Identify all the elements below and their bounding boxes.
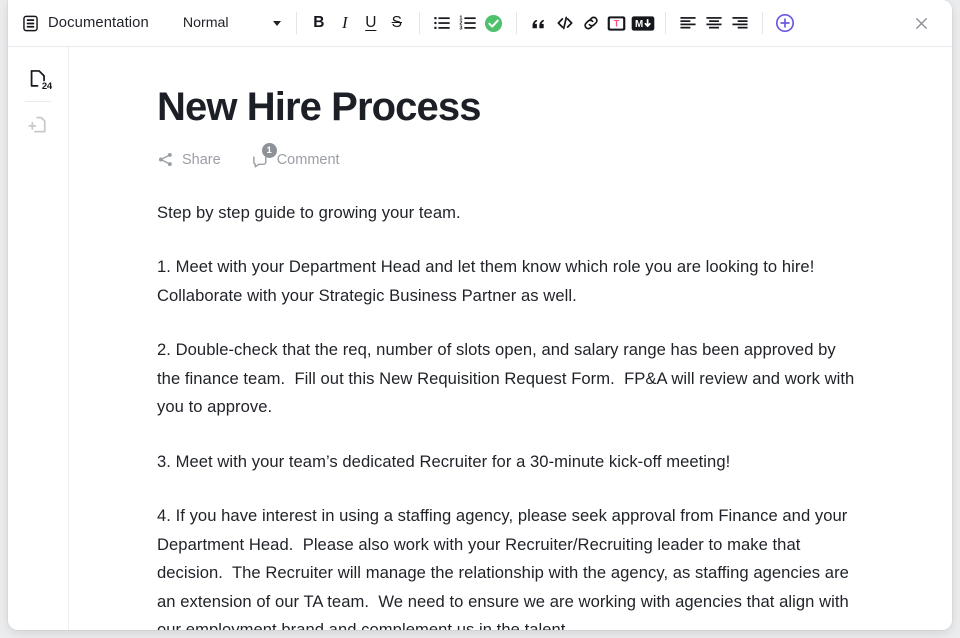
insert-group: T M xyxy=(526,8,656,38)
text-format-group: B I U S xyxy=(306,8,410,38)
comment-button[interactable]: 1 Comment xyxy=(251,142,340,169)
underline-label: U xyxy=(365,14,377,31)
insert-block-button[interactable] xyxy=(772,8,798,38)
paragraph-step-2[interactable]: 2. Double-check that the req, number of … xyxy=(157,336,856,422)
close-icon xyxy=(913,15,930,32)
toolbar-divider xyxy=(664,12,666,34)
italic-button[interactable]: I xyxy=(332,8,358,38)
document-actions: Share 1 Comment xyxy=(157,142,856,169)
italic-label: I xyxy=(341,13,348,32)
align-right-icon xyxy=(731,14,749,32)
strikethrough-button[interactable]: S xyxy=(384,8,410,38)
underline-button[interactable]: U xyxy=(358,8,384,38)
panel-body: 24 New Hire Process Share 1 Comment Step… xyxy=(8,47,952,630)
share-label: Share xyxy=(182,151,221,168)
blockquote-icon xyxy=(530,15,547,32)
align-center-button[interactable] xyxy=(701,8,727,38)
text-style-value: Normal xyxy=(182,15,229,31)
check-circle-icon xyxy=(484,14,503,33)
documentation-app-label: Documentation xyxy=(48,15,149,31)
align-left-button[interactable] xyxy=(675,8,701,38)
documentation-app-button[interactable]: Documentation xyxy=(20,8,155,38)
toolbar-divider xyxy=(295,12,297,34)
markdown-button[interactable]: M xyxy=(630,8,656,38)
code-button[interactable] xyxy=(552,8,578,38)
bold-button[interactable]: B xyxy=(306,8,332,38)
numbered-list-button[interactable]: 1 2 3 xyxy=(455,8,481,38)
document-lines-icon xyxy=(22,15,39,32)
page-add-icon xyxy=(27,114,49,136)
share-button[interactable]: Share xyxy=(157,151,221,168)
code-icon xyxy=(556,14,574,32)
align-right-button[interactable] xyxy=(727,8,753,38)
bullet-list-icon xyxy=(433,14,451,32)
paragraph-step-4[interactable]: 4. If you have interest in using a staff… xyxy=(157,502,856,630)
align-left-icon xyxy=(679,14,697,32)
page-title: New Hire Process xyxy=(157,85,481,129)
share-nodes-icon xyxy=(157,151,174,168)
text-color-button[interactable]: T xyxy=(604,8,630,38)
link-button[interactable] xyxy=(578,8,604,38)
pages-count: 24 xyxy=(41,81,52,92)
numbered-list-icon: 1 2 3 xyxy=(459,14,477,32)
strikethrough-label: S xyxy=(391,14,402,31)
document-content: New Hire Process Share 1 Comment Step by… xyxy=(69,47,952,630)
paragraph-intro[interactable]: Step by step guide to growing your team. xyxy=(157,199,856,228)
text-style-select[interactable]: Normal xyxy=(175,8,287,38)
blockquote-button[interactable] xyxy=(526,8,552,38)
paragraph-step-3[interactable]: 3. Meet with your team’s dedicated Recru… xyxy=(157,448,856,477)
align-center-icon xyxy=(705,14,723,32)
chevron-down-icon xyxy=(272,20,281,26)
bold-label: B xyxy=(313,14,325,31)
comment-count-badge: 1 xyxy=(261,142,277,158)
add-page-button[interactable] xyxy=(18,105,58,145)
toolbar-divider xyxy=(515,12,517,34)
list-group: 1 2 3 xyxy=(429,8,507,38)
markdown-icon: M xyxy=(631,15,655,32)
bullet-list-button[interactable] xyxy=(429,8,455,38)
text-color-icon: T xyxy=(607,15,626,32)
paragraph-step-1[interactable]: 1. Meet with your Department Head and le… xyxy=(157,253,856,310)
pages-button[interactable]: 24 xyxy=(18,59,58,99)
checklist-button[interactable] xyxy=(481,8,507,38)
toolbar-divider xyxy=(418,12,420,34)
document-scroll-area[interactable]: New Hire Process Share 1 Comment Step by… xyxy=(69,47,952,630)
svg-text:T: T xyxy=(614,18,620,28)
rail-divider xyxy=(25,101,51,102)
documentation-panel: Documentation Normal B I U S 1 2 3 T M 2… xyxy=(8,0,952,630)
plus-circle-icon xyxy=(775,13,795,33)
editor-toolbar: Documentation Normal B I U S 1 2 3 T M xyxy=(8,0,952,47)
close-button[interactable] xyxy=(908,10,934,36)
page-rail: 24 xyxy=(8,47,69,630)
link-icon xyxy=(582,14,600,32)
toolbar-divider xyxy=(761,12,763,34)
comment-label: Comment xyxy=(276,151,340,168)
svg-text:M: M xyxy=(635,19,643,30)
alignment-group xyxy=(675,8,753,38)
svg-text:3: 3 xyxy=(459,25,462,31)
